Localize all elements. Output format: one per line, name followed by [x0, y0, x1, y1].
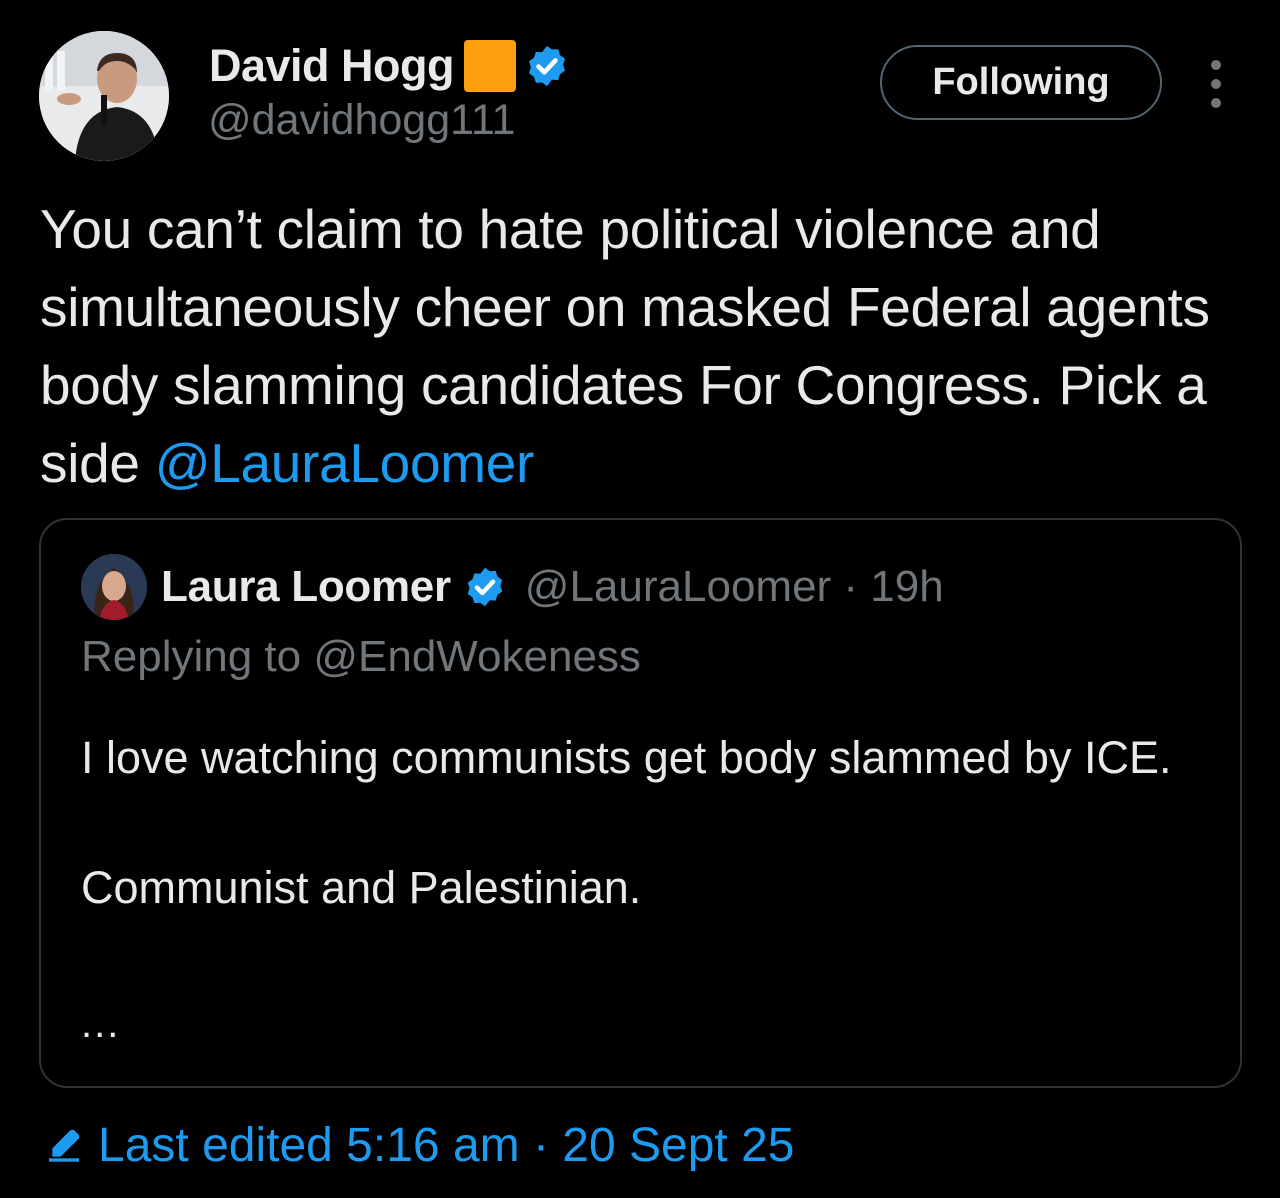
verified-badge-icon: [467, 567, 503, 607]
more-vertical-icon[interactable]: [1196, 60, 1236, 108]
quote-header: Laura Loomer @LauraLoomer · 19h: [81, 554, 944, 620]
orange-square-emoji-icon: [464, 40, 517, 92]
last-edited-link[interactable]: Last edited 5:16 am · 20 Sept 25: [44, 1112, 794, 1178]
quoted-tweet-card[interactable]: Laura Loomer @LauraLoomer · 19h Replying…: [39, 518, 1242, 1088]
quote-replying-to: Replying to @EndWokeness: [81, 632, 641, 681]
author-name-row: David Hogg: [209, 38, 570, 94]
author-name[interactable]: David Hogg: [209, 40, 455, 92]
quote-body-line: Communist and Palestinian.: [81, 862, 642, 913]
mention-link[interactable]: @LauraLoomer: [155, 432, 535, 494]
last-edited-label: Last edited 5:16 am · 20 Sept 25: [98, 1118, 795, 1172]
following-button[interactable]: Following: [880, 45, 1162, 120]
tweet-text: You can’t claim to hate political violen…: [40, 190, 1240, 502]
quote-ellipsis: ...: [81, 1002, 121, 1046]
more-dot: [1211, 79, 1221, 89]
quote-body: I love watching communists get body slam…: [81, 725, 1201, 921]
more-dot: [1211, 60, 1221, 70]
pencil-icon: [49, 1129, 80, 1162]
quote-author-meta: @LauraLoomer · 19h: [524, 562, 944, 611]
author-avatar[interactable]: [39, 31, 169, 161]
avatar-photo-icon: [81, 554, 147, 620]
avatar-photo-icon: [39, 31, 169, 161]
verified-badge-icon: [528, 45, 566, 87]
quote-author-name[interactable]: Laura Loomer: [161, 562, 451, 612]
more-dot: [1211, 98, 1221, 108]
author-handle[interactable]: @davidhogg111: [208, 96, 515, 145]
quote-body-line: I love watching communists get body slam…: [81, 732, 1172, 783]
quote-author-avatar[interactable]: [81, 554, 147, 620]
